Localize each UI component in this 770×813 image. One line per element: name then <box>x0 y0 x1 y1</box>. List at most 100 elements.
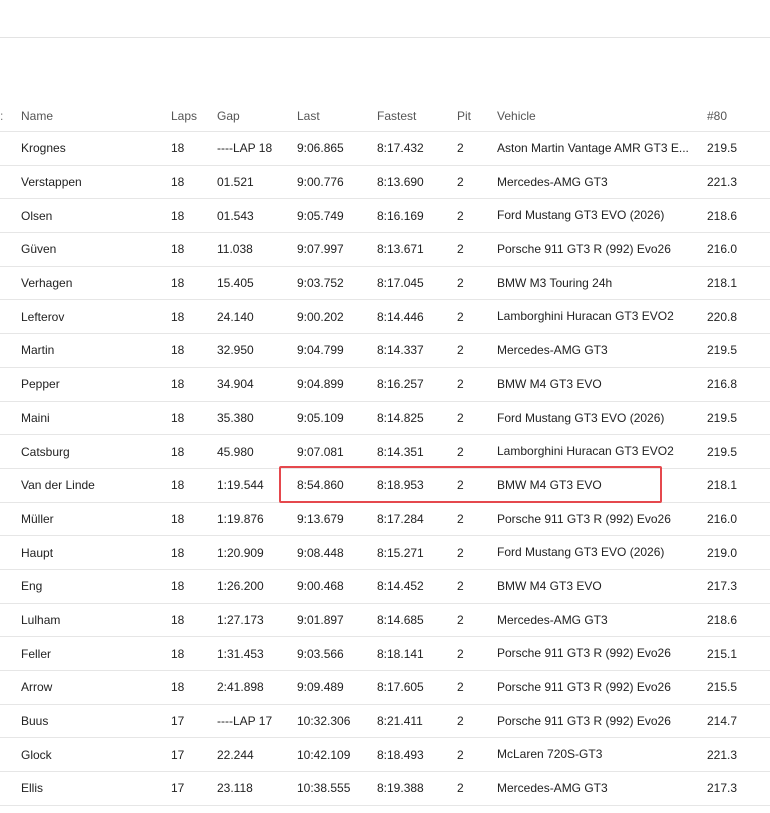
table-row[interactable]: Ellis 17 23.118 10:38.555 8:19.388 2 Mercedes-… <box>0 772 770 806</box>
table-row[interactable]: Lefterov 18 24.140 9:00.202 8:14.446 2 Lamborg… <box>0 300 770 335</box>
cell-fastest: 8:18.493 <box>377 747 424 762</box>
cell-laps: 18 <box>171 444 185 459</box>
table-row[interactable]: Martin 18 32.950 9:04.799 8:14.337 2 Mercedes-… <box>0 334 770 368</box>
cell-vehicle: McLaren 720S-GT3 <box>497 747 603 762</box>
cell-name: Maini <box>21 410 50 425</box>
cell-fastest: 8:17.605 <box>377 680 424 695</box>
column-header-laps[interactable]: Laps <box>171 100 211 131</box>
cell-name: Martin <box>21 343 55 358</box>
cell-pit: 2 <box>457 781 464 796</box>
cell-gap: 2:41.898 <box>217 680 264 695</box>
cell-last: 9:00.202 <box>297 309 344 324</box>
cell-gap: 24.140 <box>217 309 254 324</box>
cell-fastest: 8:14.337 <box>377 343 424 358</box>
table-row[interactable]: Eng 18 1:26.200 9:00.468 8:14.452 2 BMW M4 GT3… <box>0 570 770 604</box>
cell-gap: 15.405 <box>217 276 254 291</box>
cell-top-speed: 216.0 <box>707 242 738 257</box>
cell-vehicle: Aston Martin Vantage AMR GT3 E... <box>497 141 689 155</box>
cell-fastest: 8:17.045 <box>377 276 424 291</box>
cell-laps: 18 <box>171 579 185 594</box>
cell-last: 9:07.081 <box>297 444 344 459</box>
cell-top-speed: 221.3 <box>707 747 738 762</box>
cell-vehicle: Porsche 911 GT3 R (992) Evo26 <box>497 680 671 694</box>
cell-gap: 34.904 <box>217 377 254 392</box>
cell-name: Van der Linde <box>21 478 95 493</box>
cell-pit: 2 <box>457 208 464 223</box>
cell-top-speed: 214.7 <box>707 714 738 729</box>
column-header-gap[interactable]: Gap <box>217 100 293 131</box>
cell-fastest: 8:13.690 <box>377 175 424 190</box>
cell-gap: ----LAP 18 <box>217 141 273 156</box>
cell-laps: 18 <box>171 242 185 257</box>
table-row[interactable]: Pepper 18 34.904 9:04.899 8:16.257 2 BMW M4 GT… <box>0 368 770 402</box>
cell-vehicle: Ford Mustang GT3 EVO (2026) <box>497 410 665 425</box>
cell-gap: 32.950 <box>217 343 254 358</box>
column-header-pit[interactable]: Pit <box>457 100 493 131</box>
cell-top-speed: 217.3 <box>707 781 738 796</box>
cell-last: 10:32.306 <box>297 714 351 729</box>
table-row[interactable]: Maini 18 35.380 9:05.109 8:14.825 2 Ford Musta… <box>0 402 770 436</box>
table-row[interactable]: Müller 18 1:19.876 9:13.679 8:17.284 2 Porsche… <box>0 503 770 537</box>
cell-top-speed: 218.6 <box>707 612 738 627</box>
table-row[interactable]: Olsen 18 01.543 9:05.749 8:16.169 2 Ford Musta… <box>0 199 770 234</box>
cell-name: Arrow <box>21 680 53 695</box>
table-row[interactable]: Feller 18 1:31.453 9:03.566 8:18.141 2 Porsche… <box>0 637 770 671</box>
cell-last: 9:03.752 <box>297 276 344 291</box>
cell-vehicle: BMW M4 GT3 EVO <box>497 477 602 492</box>
cell-fastest: 8:21.411 <box>377 714 423 729</box>
column-header-top-speed[interactable]: #80 <box>707 100 767 131</box>
column-header-last[interactable]: Last <box>297 100 373 131</box>
table-row[interactable]: Verhagen 18 15.405 9:03.752 8:17.045 2 BMW M3 … <box>0 267 770 301</box>
table-row[interactable]: Haupt 18 1:20.909 9:08.448 8:15.271 2 Ford Mus… <box>0 536 770 570</box>
table-row[interactable]: Glock 17 22.244 10:42.109 8:18.493 2 McLaren 7… <box>0 738 770 773</box>
cell-fastest: 8:17.432 <box>377 141 424 156</box>
table-row[interactable]: Verstappen 18 01.521 9:00.776 8:13.690 2 Merce… <box>0 166 770 200</box>
cell-last: 9:05.749 <box>297 208 344 223</box>
standings-table: : Name Laps Gap Last Fastest Pit Vehicle… <box>0 100 770 806</box>
column-header-fastest[interactable]: Fastest <box>377 100 453 131</box>
cell-pit: 2 <box>457 646 464 661</box>
cell-name: Feller <box>21 646 52 661</box>
cell-last: 9:04.799 <box>297 343 344 358</box>
cell-vehicle: Lamborghini Huracan GT3 EVO2 <box>497 444 674 459</box>
table-row[interactable]: Krognes 18 ----LAP 18 9:06.865 8:17.432 2 Asto… <box>0 132 770 166</box>
cell-top-speed: 217.3 <box>707 579 738 594</box>
cell-top-speed: 218.1 <box>707 276 738 291</box>
cell-vehicle: Ford Mustang GT3 EVO (2026) <box>497 208 665 223</box>
table-row[interactable]: Van der Linde 18 1:19.544 8:54.860 8:18.953 2… <box>0 469 770 503</box>
cell-name: Güven <box>21 242 57 257</box>
cell-pit: 2 <box>457 309 464 324</box>
cell-vehicle: Lamborghini Huracan GT3 EVO2 <box>497 309 674 324</box>
cell-fastest: 8:18.953 <box>377 478 424 493</box>
cell-gap: 1:26.200 <box>217 579 264 594</box>
cell-laps: 18 <box>171 276 185 291</box>
cell-fastest: 8:14.685 <box>377 612 424 627</box>
cell-name: Verhagen <box>21 276 73 291</box>
table-row[interactable]: Lulham 18 1:27.173 9:01.897 8:14.685 2 Mercede… <box>0 604 770 638</box>
cell-vehicle: Porsche 911 GT3 R (992) Evo26 <box>497 646 671 661</box>
cell-gap: 1:19.876 <box>217 511 264 526</box>
cell-pit: 2 <box>457 175 464 190</box>
cell-pit: 2 <box>457 141 464 156</box>
table-row[interactable]: Catsburg 18 45.980 9:07.081 8:14.351 2 Lamborg… <box>0 435 770 469</box>
cell-gap: 35.380 <box>217 410 254 425</box>
cell-last: 10:42.109 <box>297 747 351 762</box>
table-row[interactable]: Buus 17 ----LAP 17 10:32.306 8:21.411 2 Porsch… <box>0 705 770 739</box>
table-row[interactable]: Güven 18 11.038 9:07.997 8:13.671 2 Porsche 91… <box>0 233 770 267</box>
cell-name: Haupt <box>21 545 54 560</box>
column-header-name[interactable]: Name <box>21 100 166 131</box>
cell-last: 9:01.897 <box>297 612 344 627</box>
cell-fastest: 8:16.169 <box>377 208 424 223</box>
table-row[interactable]: Arrow 18 2:41.898 9:09.489 8:17.605 2 Porsche … <box>0 671 770 705</box>
cell-pit: 2 <box>457 410 464 425</box>
cell-last: 9:00.776 <box>297 175 344 190</box>
cell-top-speed: 219.5 <box>707 410 738 425</box>
column-header-position[interactable]: : <box>0 100 6 131</box>
cell-vehicle: Porsche 911 GT3 R (992) Evo26 <box>497 713 671 728</box>
cell-vehicle: BMW M4 GT3 EVO <box>497 578 602 593</box>
cell-last: 9:08.448 <box>297 545 344 560</box>
cell-laps: 18 <box>171 478 185 493</box>
cell-vehicle: Mercedes-AMG GT3 <box>497 612 608 627</box>
cell-gap: 45.980 <box>217 444 254 459</box>
column-header-vehicle[interactable]: Vehicle <box>497 100 689 131</box>
